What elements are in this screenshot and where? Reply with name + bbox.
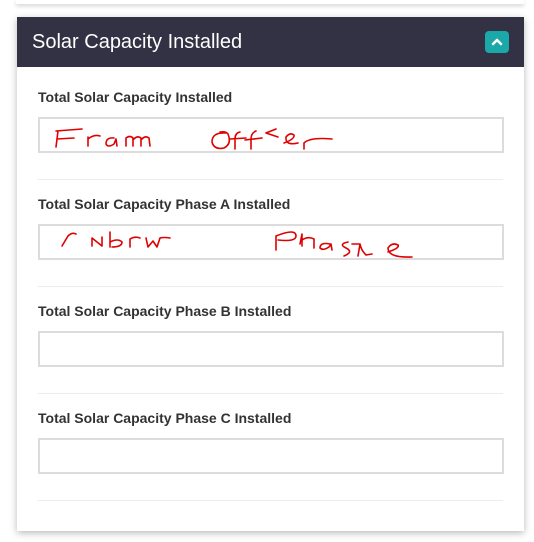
field-label: Total Solar Capacity Installed <box>38 89 233 105</box>
handwritten-annotation-nbru-phase <box>61 231 413 258</box>
collapse-button[interactable] <box>485 31 509 53</box>
phase-a-input[interactable] <box>38 224 504 260</box>
field-phase-a: Total Solar Capacity Phase A Installed <box>38 196 504 287</box>
field-phase-b: Total Solar Capacity Phase B Installed <box>38 303 504 394</box>
phase-c-input[interactable] <box>38 438 504 474</box>
field-phase-c: Total Solar Capacity Phase C Installed <box>38 410 504 501</box>
field-label: Total Solar Capacity Phase A Installed <box>38 196 291 212</box>
panel-body: Total Solar Capacity Installed Total Sol… <box>17 67 524 501</box>
chevron-up-icon <box>491 38 503 46</box>
handwritten-annotation-from-offer <box>55 128 333 150</box>
field-label: Total Solar Capacity Phase C Installed <box>38 410 292 426</box>
previous-panel-edge <box>16 0 524 4</box>
field-total-capacity: Total Solar Capacity Installed <box>38 89 504 180</box>
panel-title: Solar Capacity Installed <box>32 30 243 53</box>
phase-b-input[interactable] <box>38 331 504 367</box>
panel-header: Solar Capacity Installed <box>17 17 524 67</box>
solar-capacity-panel: Solar Capacity Installed Total Solar Cap… <box>17 17 524 531</box>
total-capacity-input[interactable] <box>38 117 504 153</box>
field-label: Total Solar Capacity Phase B Installed <box>38 303 292 319</box>
